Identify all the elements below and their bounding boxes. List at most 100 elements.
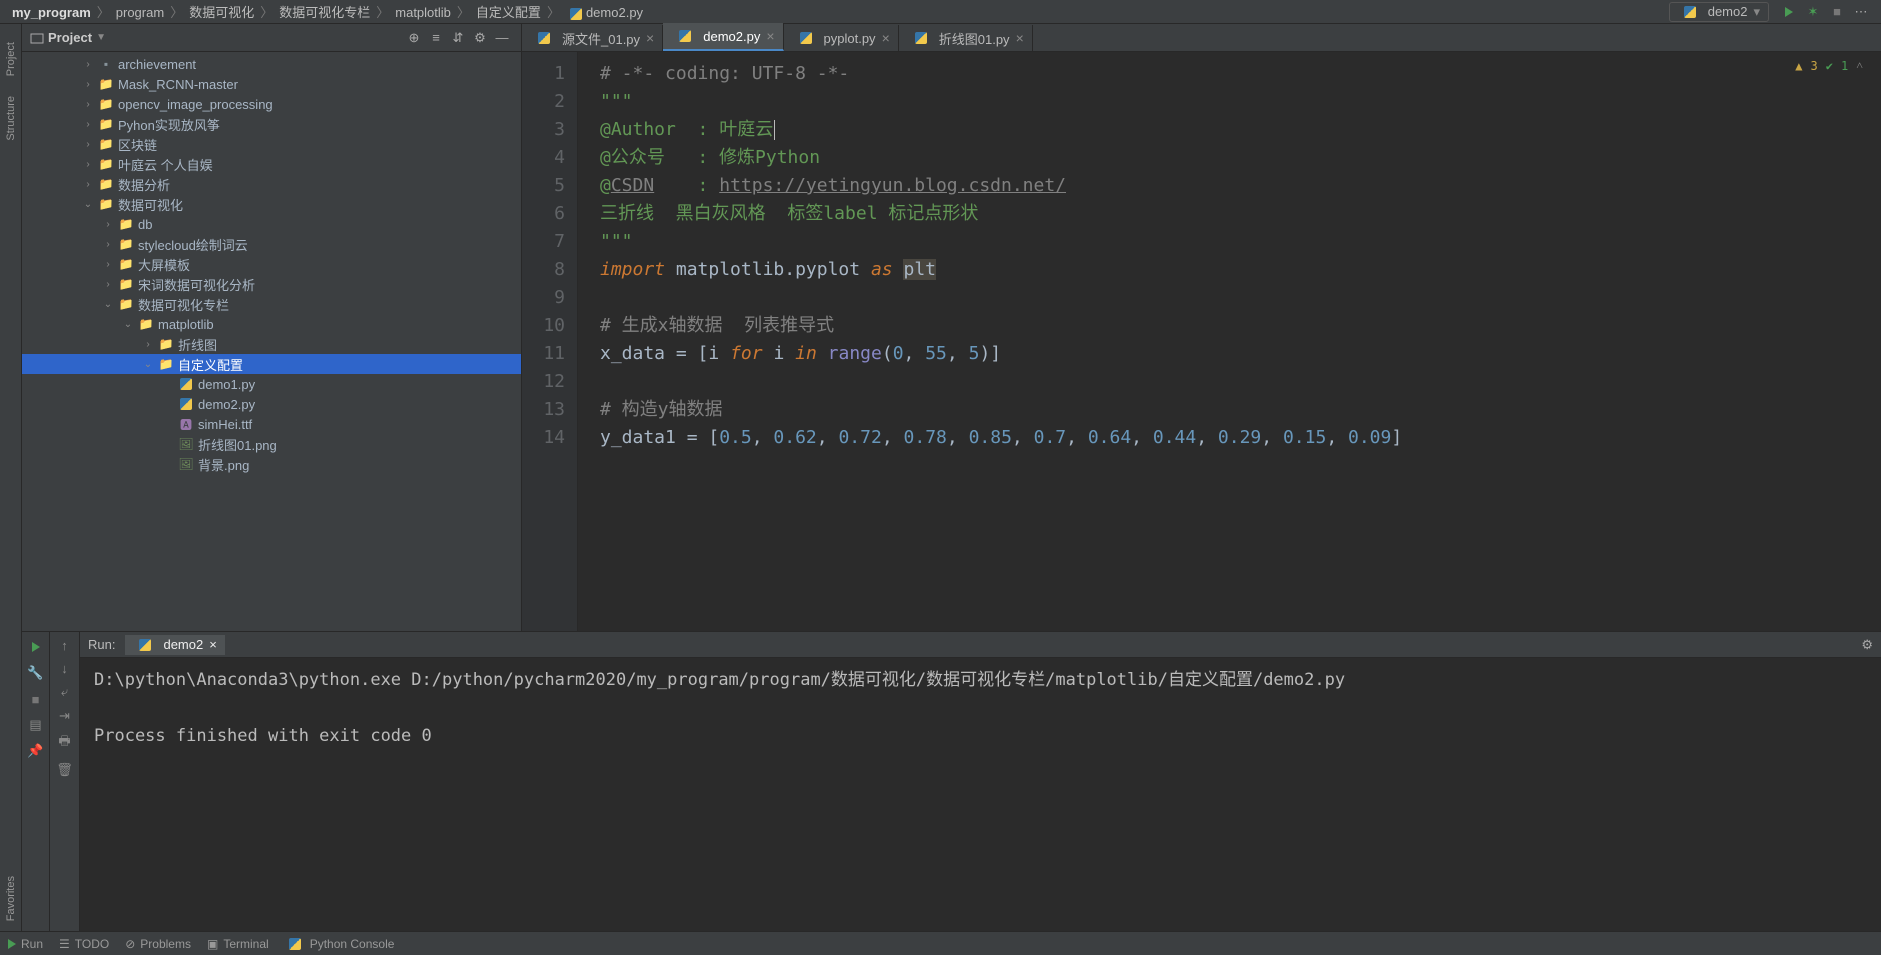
expand-all-icon[interactable]: ≡ [427, 29, 445, 47]
chevron-right-icon[interactable]: › [102, 259, 114, 270]
close-icon[interactable]: × [646, 30, 654, 46]
tree-node[interactable]: ›🅰simHei.ttf [22, 414, 521, 434]
rerun-button[interactable] [27, 638, 45, 656]
code-line[interactable]: # -*- coding: UTF-8 -*- [600, 60, 1881, 88]
chevron-right-icon[interactable]: › [82, 59, 94, 70]
breadcrumb-seg[interactable]: 数据可视化 [185, 5, 258, 20]
tree-node[interactable]: ⌄📁数据可视化 [22, 194, 521, 214]
editor-tab[interactable]: 折线图01.py× [899, 25, 1033, 51]
tree-node[interactable]: ⌄📁matplotlib [22, 314, 521, 334]
tree-node[interactable]: ⌄📁数据可视化专栏 [22, 294, 521, 314]
tree-node[interactable]: ›🖼折线图01.png [22, 434, 521, 454]
chevron-down-icon[interactable]: ⌄ [122, 319, 134, 330]
chevron-right-icon[interactable]: › [82, 79, 94, 90]
tree-node[interactable]: ›📁数据分析 [22, 174, 521, 194]
tree-node[interactable]: ›📁折线图 [22, 334, 521, 354]
code-line[interactable]: import matplotlib.pyplot as plt [600, 256, 1881, 284]
collapse-all-icon[interactable]: ⇵ [449, 29, 467, 47]
editor-inspection-status[interactable]: ▲ 3 ✔ 1 ˄ [1795, 58, 1863, 73]
code-line[interactable]: 三折线 黑白灰风格 标签label 标记点形状 [600, 200, 1881, 228]
chevron-down-icon[interactable]: ⌄ [142, 359, 154, 370]
chevron-right-icon[interactable]: › [102, 279, 114, 290]
code-line[interactable]: # 构造y轴数据 [600, 396, 1881, 424]
tree-node[interactable]: ›📁opencv_image_processing [22, 94, 521, 114]
close-icon[interactable]: × [1016, 30, 1024, 46]
code-line[interactable] [600, 368, 1881, 396]
bottom-tab-pyconsole[interactable]: Python Console [285, 937, 395, 951]
chevron-right-icon[interactable]: › [82, 179, 94, 190]
project-panel-title[interactable]: Project ▼ [30, 30, 106, 45]
print-icon[interactable]: 🖶 [58, 732, 70, 754]
tree-node[interactable]: ⌄📁自定义配置 [22, 354, 521, 374]
run-config-selector[interactable]: demo2 ▾ [1669, 2, 1769, 22]
tree-node[interactable]: ›📁大屏模板 [22, 254, 521, 274]
bottom-tab-run[interactable]: Run [8, 937, 43, 951]
code-line[interactable]: @Author : 叶庭云 [600, 116, 1881, 144]
breadcrumb-seg[interactable]: my_program [8, 5, 95, 20]
chevron-right-icon[interactable]: › [82, 119, 94, 130]
chevron-right-icon[interactable]: › [102, 219, 114, 230]
layout-button[interactable]: ▤ [27, 716, 45, 734]
close-icon[interactable]: × [766, 28, 774, 44]
bottom-tab-problems[interactable]: ⊘Problems [125, 937, 191, 951]
run-tab[interactable]: demo2 × [125, 635, 224, 655]
code-line[interactable]: """ [600, 88, 1881, 116]
chevron-right-icon[interactable]: › [82, 139, 94, 150]
scroll-end-icon[interactable]: ⇥ [59, 708, 70, 724]
editor-tab[interactable]: 源文件_01.py× [522, 25, 663, 51]
tool-favorites[interactable]: Favorites [5, 876, 17, 921]
tree-node[interactable]: ›📁db [22, 214, 521, 234]
code-area[interactable]: # -*- coding: UTF-8 -*-"""@Author : 叶庭云@… [578, 52, 1881, 631]
code-line[interactable]: # 生成x轴数据 列表推导式 [600, 312, 1881, 340]
pin-button[interactable]: 📌 [27, 742, 45, 760]
tree-node[interactable]: ›📁Mask_RCNN-master [22, 74, 521, 94]
hide-panel-icon[interactable]: — [493, 29, 511, 47]
settings-icon[interactable]: ⚙ [471, 29, 489, 47]
tool-structure[interactable]: Structure [5, 96, 17, 141]
chevron-down-icon[interactable]: ⌄ [82, 199, 94, 210]
bottom-tab-todo[interactable]: ☰TODO [59, 937, 109, 951]
stop-button[interactable]: ■ [1828, 3, 1846, 21]
breadcrumb-seg[interactable]: demo2.py [562, 5, 647, 20]
editor-tab[interactable]: pyplot.py× [784, 25, 899, 51]
code-line[interactable]: @公众号 : 修炼Python [600, 144, 1881, 172]
tree-node[interactable]: ›📁Pyhon实现放风筝 [22, 114, 521, 134]
code-line[interactable]: """ [600, 228, 1881, 256]
close-icon[interactable]: × [882, 30, 890, 46]
code-editor[interactable]: 1234567891011121314 # -*- coding: UTF-8 … [522, 52, 1881, 631]
tool-project[interactable]: Project [5, 42, 17, 76]
breadcrumb-seg[interactable]: matplotlib [391, 5, 455, 20]
tree-node[interactable]: ›▪archievement [22, 54, 521, 74]
run-button[interactable] [1780, 3, 1798, 21]
breadcrumb-seg[interactable]: 数据可视化专栏 [275, 5, 374, 20]
tree-node[interactable]: ›demo2.py [22, 394, 521, 414]
code-line[interactable]: x_data = [i for i in range(0, 55, 5)] [600, 340, 1881, 368]
chevron-down-icon[interactable]: ⌄ [102, 299, 114, 310]
close-icon[interactable]: × [209, 637, 217, 652]
tree-node[interactable]: ›demo1.py [22, 374, 521, 394]
breadcrumb-seg[interactable]: 自定义配置 [472, 5, 545, 20]
more-actions-button[interactable]: ⋯ [1852, 3, 1870, 21]
editor-tab[interactable]: demo2.py× [663, 23, 783, 51]
code-line[interactable] [600, 284, 1881, 312]
chevron-right-icon[interactable]: › [102, 239, 114, 250]
soft-wrap-icon[interactable]: ⤶ [61, 684, 68, 700]
gear-icon[interactable]: ⚙ [1861, 637, 1873, 653]
code-line[interactable]: y_data1 = [0.5, 0.62, 0.72, 0.78, 0.85, … [600, 424, 1881, 452]
chevron-right-icon[interactable]: › [82, 99, 94, 110]
breadcrumb-seg[interactable]: program [112, 5, 168, 20]
tree-node[interactable]: ›📁stylecloud绘制词云 [22, 234, 521, 254]
chevron-right-icon[interactable]: › [142, 339, 154, 350]
debug-button[interactable]: ✶ [1804, 3, 1822, 21]
tree-node[interactable]: ›🖼背景.png [22, 454, 521, 474]
chevron-right-icon[interactable]: › [82, 159, 94, 170]
tree-node[interactable]: ›📁叶庭云 个人自娱 [22, 154, 521, 174]
stop-run-button[interactable]: ■ [27, 690, 45, 708]
trash-icon[interactable]: 🗑 [56, 762, 73, 778]
locate-icon[interactable]: ⊕ [405, 29, 423, 47]
up-icon[interactable]: ↑ [61, 638, 68, 653]
tree-node[interactable]: ›📁区块链 [22, 134, 521, 154]
run-output[interactable]: D:\python\Anaconda3\python.exe D:/python… [80, 658, 1881, 931]
tree-node[interactable]: ›📁宋词数据可视化分析 [22, 274, 521, 294]
code-line[interactable]: @CSDN : https://yetingyun.blog.csdn.net/ [600, 172, 1881, 200]
